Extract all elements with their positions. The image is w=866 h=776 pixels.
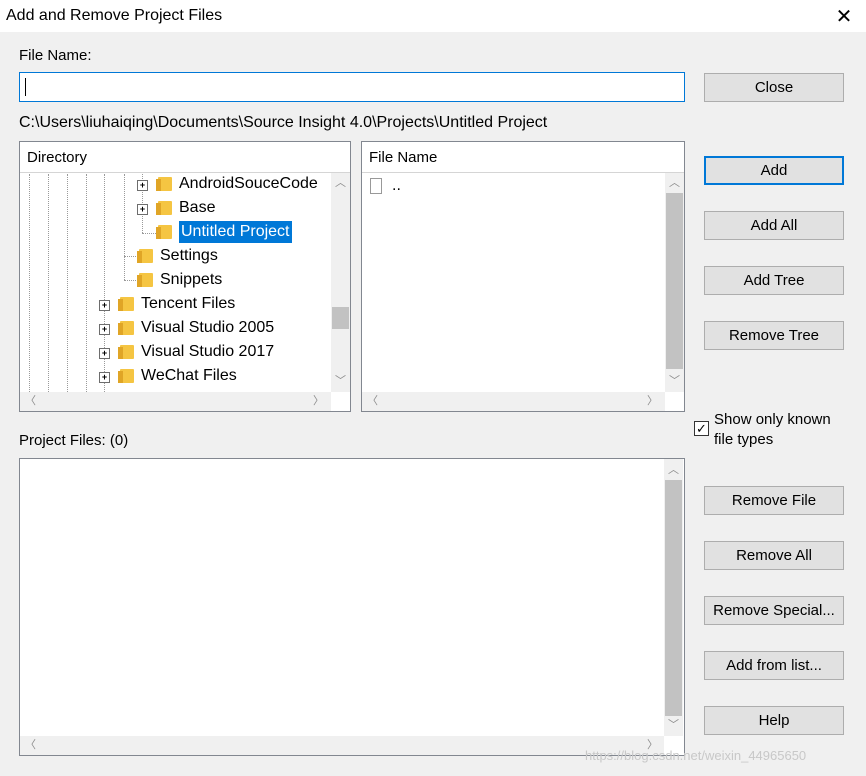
show-only-known-label-line1: Show only known: [714, 411, 831, 428]
scroll-thumb[interactable]: [666, 193, 683, 369]
watermark: https://blog.csdn.net/weixin_44965650: [585, 748, 807, 763]
file-name-input[interactable]: [19, 72, 685, 102]
help-button[interactable]: Help: [704, 706, 844, 735]
scroll-left-icon[interactable]: 〈: [364, 393, 381, 410]
folder-icon: [156, 201, 172, 215]
scroll-up-icon[interactable]: ︿: [332, 175, 349, 192]
tree-item[interactable]: WeChat Files: [118, 365, 237, 387]
scroll-up-icon[interactable]: ︿: [665, 462, 682, 479]
show-only-known-label-line2: file types: [714, 431, 774, 448]
tree-item-label: Untitled Project: [179, 221, 292, 243]
file-name-column-header[interactable]: File Name: [362, 142, 684, 173]
tree-item-label: Snippets: [160, 271, 223, 288]
add-all-button[interactable]: Add All: [704, 211, 844, 240]
remove-tree-button[interactable]: Remove Tree: [704, 321, 844, 350]
directory-vertical-scrollbar[interactable]: ︿ ﹀: [331, 173, 350, 392]
close-icon[interactable]: ✕: [830, 2, 858, 30]
project-files-list[interactable]: ︿ ﹀ 〈 〉: [19, 458, 685, 756]
file-list-item-label: ..: [392, 177, 401, 194]
folder-icon: [118, 321, 134, 335]
project-files-label: Project Files: (0): [19, 432, 129, 449]
tree-item-label: Base: [179, 199, 216, 216]
tree-item-selected[interactable]: Untitled Project: [156, 221, 292, 243]
tree-line: [124, 256, 138, 257]
folder-icon: [118, 345, 134, 359]
close-button[interactable]: Close: [704, 73, 844, 102]
add-tree-button[interactable]: Add Tree: [704, 266, 844, 295]
text-caret: [25, 78, 26, 96]
expand-icon[interactable]: +: [99, 348, 110, 359]
directory-column-header[interactable]: Directory: [20, 142, 350, 173]
scroll-up-icon[interactable]: ︿: [666, 175, 683, 192]
tree-line: [142, 233, 156, 234]
remove-file-button[interactable]: Remove File: [704, 486, 844, 515]
tree-item[interactable]: AndroidSouceCode: [156, 173, 318, 195]
tree-item[interactable]: Snippets: [137, 269, 223, 291]
folder-icon: [156, 225, 172, 239]
remove-special-button[interactable]: Remove Special...: [704, 596, 844, 625]
folder-icon: [156, 177, 172, 191]
tree-line: [104, 174, 105, 392]
directory-tree[interactable]: Directory + AndroidSouceCode + Base Unti…: [19, 141, 351, 412]
file-list[interactable]: File Name .. ︿ ﹀ 〈 〉: [361, 141, 685, 412]
window-title: Add and Remove Project Files: [6, 7, 223, 24]
tree-item-label: Tencent Files: [141, 295, 236, 312]
tree-item[interactable]: Tencent Files: [118, 293, 236, 315]
scroll-down-icon[interactable]: ﹀: [666, 373, 683, 390]
folder-icon: [118, 297, 134, 311]
tree-item-label: AndroidSouceCode: [179, 175, 318, 192]
file-name-label: File Name:: [19, 47, 92, 64]
current-path: C:\Users\liuhaiqing\Documents\Source Ins…: [19, 114, 548, 131]
expand-icon[interactable]: +: [137, 204, 148, 215]
folder-icon: [137, 273, 153, 287]
expand-icon[interactable]: +: [137, 180, 148, 191]
scroll-down-icon[interactable]: ﹀: [665, 717, 682, 734]
tree-line: [67, 174, 68, 392]
tree-line: [86, 174, 87, 392]
file-list-vertical-scrollbar[interactable]: ︿ ﹀: [665, 173, 684, 392]
tree-line: [48, 174, 49, 392]
scroll-left-icon[interactable]: 〈: [22, 393, 39, 410]
tree-item[interactable]: Visual Studio 2005: [118, 317, 275, 339]
tree-line: [29, 174, 30, 392]
project-files-vertical-scrollbar[interactable]: ︿ ﹀: [664, 459, 683, 736]
tree-line: [124, 280, 138, 281]
project-files-horizontal-scrollbar[interactable]: 〈 〉: [20, 736, 664, 755]
scroll-thumb[interactable]: [665, 480, 682, 716]
file-list-horizontal-scrollbar[interactable]: 〈 〉: [362, 392, 665, 411]
document-icon: [370, 178, 382, 194]
scroll-down-icon[interactable]: ﹀: [332, 373, 349, 390]
folder-icon: [137, 249, 153, 263]
tree-item[interactable]: Visual Studio 2017: [118, 341, 275, 363]
add-from-list-button[interactable]: Add from list...: [704, 651, 844, 680]
scroll-right-icon[interactable]: 〉: [644, 393, 661, 410]
file-list-item[interactable]: ..: [370, 175, 401, 197]
tree-item-label: WeChat Files: [141, 367, 237, 384]
scroll-thumb[interactable]: [332, 307, 349, 329]
tree-line: [124, 174, 125, 280]
scroll-right-icon[interactable]: 〉: [310, 393, 327, 410]
directory-horizontal-scrollbar[interactable]: 〈 〉: [20, 392, 331, 411]
expand-icon[interactable]: +: [99, 300, 110, 311]
scroll-left-icon[interactable]: 〈: [22, 737, 39, 754]
expand-icon[interactable]: +: [99, 372, 110, 383]
folder-icon: [118, 369, 134, 383]
add-button[interactable]: Add: [704, 156, 844, 185]
tree-item-label: Settings: [160, 247, 218, 264]
tree-item[interactable]: Base: [156, 197, 216, 219]
tree-item[interactable]: Settings: [137, 245, 218, 267]
tree-item-label: Visual Studio 2017: [141, 343, 275, 360]
show-only-known-checkbox[interactable]: ✓: [694, 421, 709, 436]
expand-icon[interactable]: +: [99, 324, 110, 335]
tree-item-label: Visual Studio 2005: [141, 319, 275, 336]
remove-all-button[interactable]: Remove All: [704, 541, 844, 570]
